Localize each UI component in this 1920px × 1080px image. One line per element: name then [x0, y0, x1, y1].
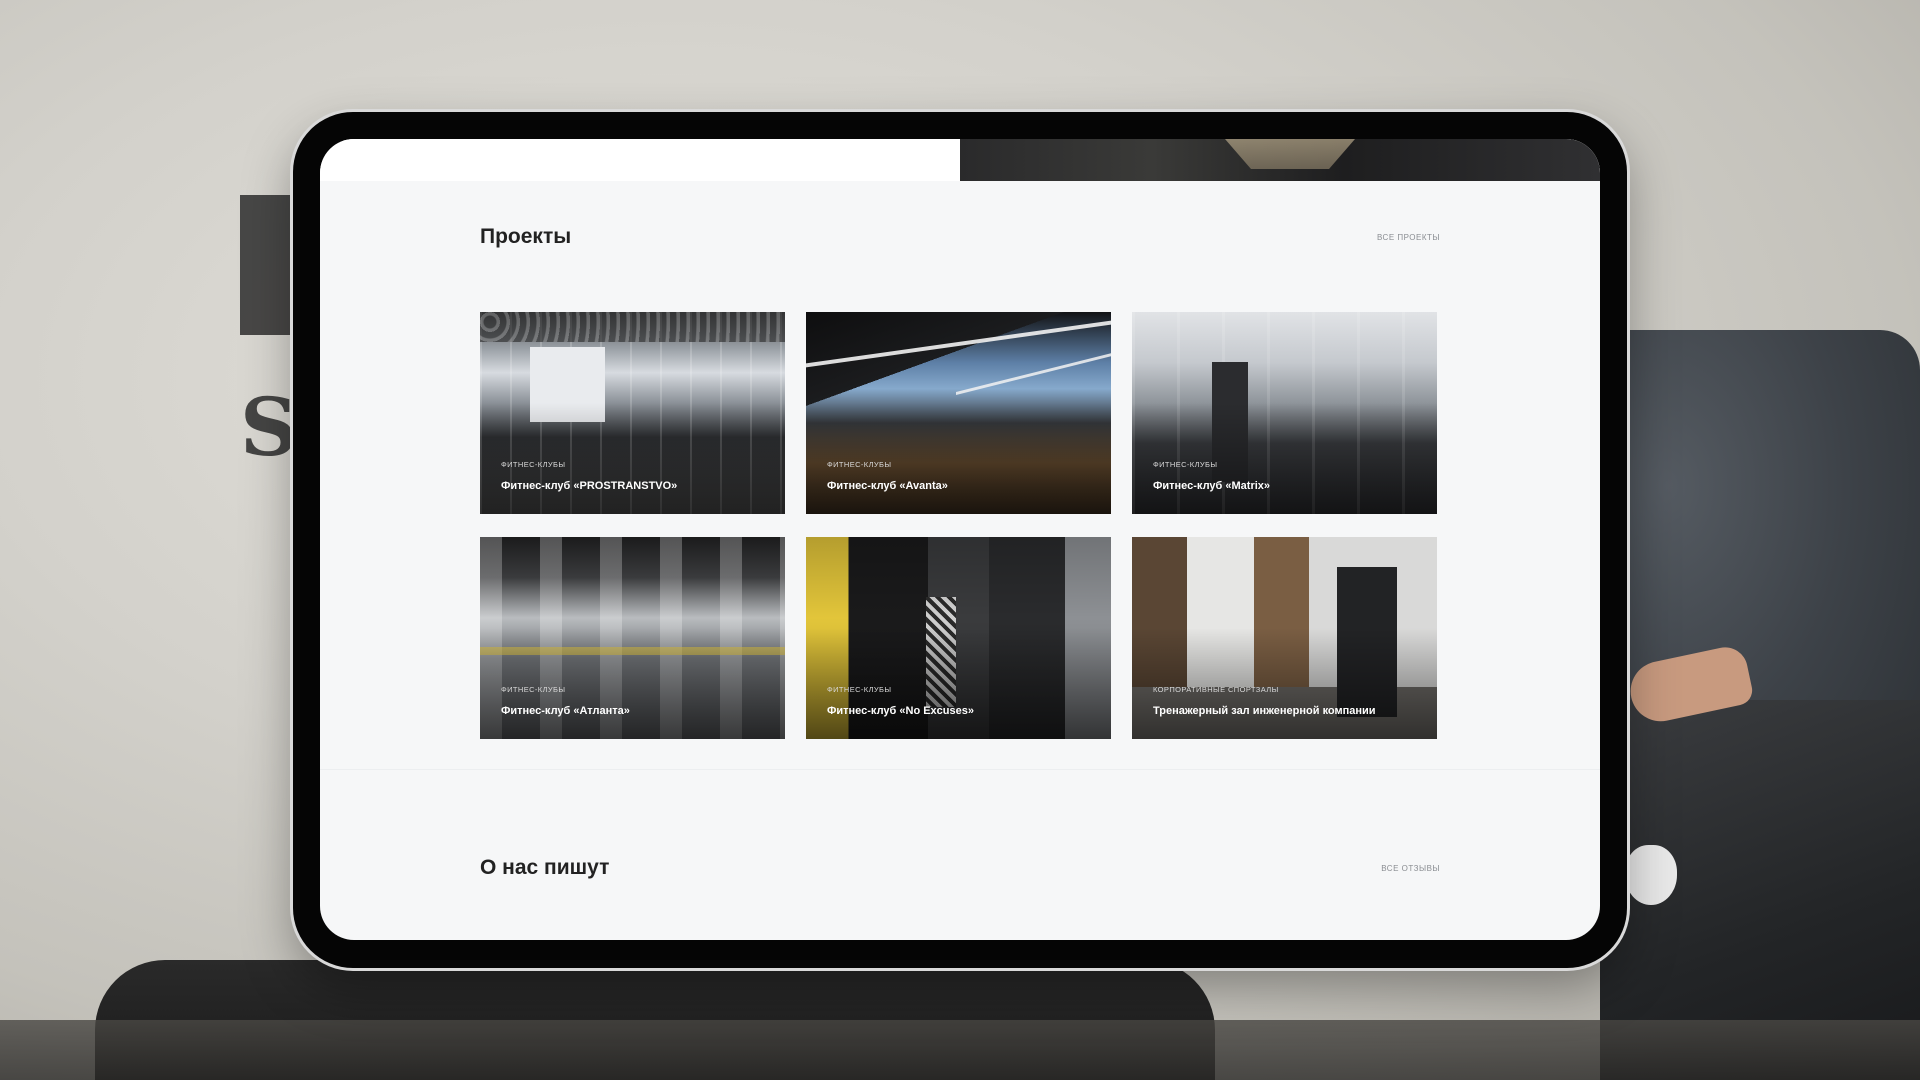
- wall-sign-letter: S: [240, 380, 298, 474]
- tablet-screen: Проекты все проекты фитнес-клубы Фитнес-…: [320, 139, 1600, 940]
- apple-logo-icon: [1625, 845, 1677, 905]
- project-card[interactable]: фитнес-клубы Фитнес-клуб «Matrix»: [1132, 312, 1437, 514]
- project-title: Фитнес-клуб «Matrix»: [1153, 480, 1271, 492]
- projects-grid: фитнес-клубы Фитнес-клуб «PROSTRANSTVO» …: [480, 312, 1437, 739]
- project-category: фитнес-клубы: [827, 685, 892, 694]
- project-title: Фитнес-клуб «PROSTRANSTVO»: [501, 480, 678, 492]
- all-reviews-link[interactable]: все отзывы: [1381, 864, 1440, 873]
- project-card[interactable]: фитнес-клубы Фитнес-клуб «Атланта»: [480, 537, 785, 739]
- project-category: фитнес-клубы: [827, 460, 892, 469]
- project-card[interactable]: корпоративные спортзалы Тренажерный зал …: [1132, 537, 1437, 739]
- wall-sign-letter: [240, 195, 290, 335]
- background-table: [0, 1020, 1920, 1080]
- tablet-device: Проекты все проекты фитнес-клубы Фитнес-…: [293, 112, 1627, 968]
- project-title: Тренажерный зал инженерной компании: [1153, 705, 1376, 717]
- project-card[interactable]: фитнес-клубы Фитнес-клуб «PROSTRANSTVO»: [480, 312, 785, 514]
- project-card[interactable]: фитнес-клубы Фитнес-клуб «No Excuses»: [806, 537, 1111, 739]
- project-category: корпоративные спортзалы: [1153, 685, 1279, 694]
- project-title: Фитнес-клуб «Avanta»: [827, 480, 948, 492]
- hero-image: [960, 139, 1600, 181]
- reviews-title: О нас пишут: [480, 856, 610, 879]
- project-category: фитнес-клубы: [1153, 460, 1218, 469]
- section-divider: [320, 769, 1600, 770]
- project-category: фитнес-клубы: [501, 460, 566, 469]
- project-title: Фитнес-клуб «Атланта»: [501, 705, 630, 717]
- project-category: фитнес-клубы: [501, 685, 566, 694]
- projects-title: Проекты: [480, 225, 572, 248]
- project-card[interactable]: фитнес-клубы Фитнес-клуб «Avanta»: [806, 312, 1111, 514]
- project-title: Фитнес-клуб «No Excuses»: [827, 705, 974, 717]
- all-projects-link[interactable]: все проекты: [1377, 233, 1440, 242]
- hero-bottom-strip: [320, 139, 1600, 181]
